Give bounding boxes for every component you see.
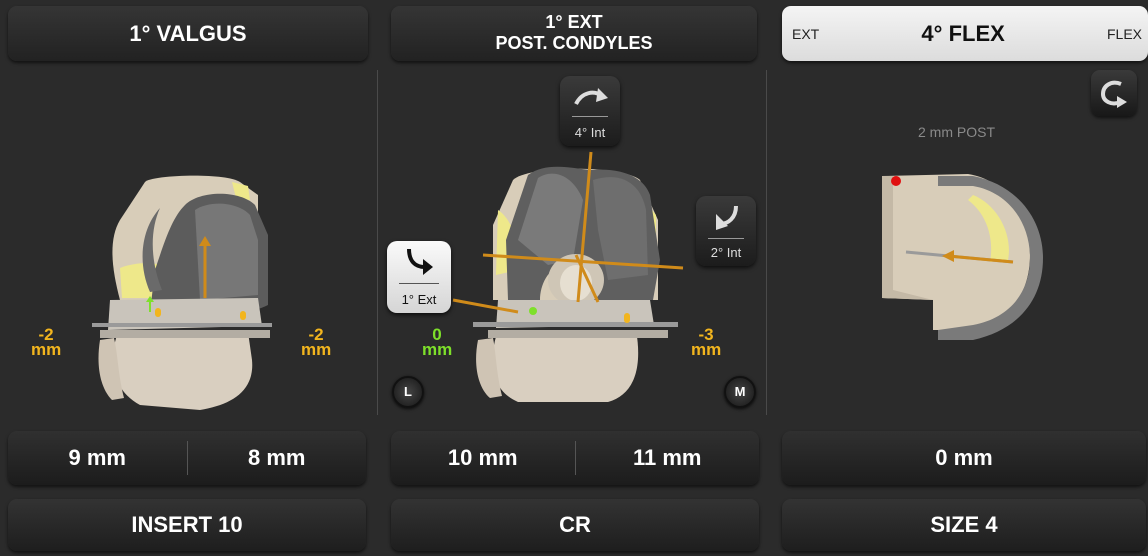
size-button[interactable]: SIZE 4 xyxy=(782,499,1146,551)
left-gap-medial-value: 8 mm xyxy=(248,445,306,470)
left-gap-lateral: -2 mm xyxy=(31,325,62,359)
rotation-right-button[interactable]: 2° Int xyxy=(696,196,756,266)
middle-gap-bar: 10 mm 11 mm xyxy=(391,431,759,485)
insert-button[interactable]: INSERT 10 xyxy=(8,499,366,551)
rotate-internal-icon xyxy=(716,205,738,230)
right-gap-value: 0 mm xyxy=(935,445,993,470)
separator xyxy=(399,283,439,284)
middle-gap-medial: -3 mm xyxy=(691,325,722,359)
axial-view-panel: 1° EXT POST. CONDYLES 4° Int 2° Int 1° E… xyxy=(378,0,768,556)
medial-button[interactable]: M xyxy=(724,376,756,408)
separator xyxy=(708,238,744,239)
left-gap-medial: -2 mm xyxy=(301,325,332,359)
sagittal-view-panel: EXT 4° FLEX FLEX 2 mm POST 0 mm SIZE 4 xyxy=(768,0,1148,556)
middle-gap-lateral: 0 mm xyxy=(422,325,453,359)
sagittal-knee-image xyxy=(882,174,1043,340)
middle-gap-lateral-value: 10 mm xyxy=(447,445,518,470)
left-gap-lateral-value: 9 mm xyxy=(68,445,126,470)
rotation-left-button[interactable]: 1° Ext xyxy=(387,241,451,313)
refresh-icon xyxy=(1100,80,1127,108)
lateral-button[interactable]: L xyxy=(392,376,424,408)
right-gap-bar: 0 mm xyxy=(782,431,1146,485)
coronal-view-panel: 1° VALGUS -2 mm -2 mm 9 mm 8 mm INSERT 10 xyxy=(0,0,378,556)
middle-gap-medial-value: 11 mm xyxy=(633,445,702,470)
left-gap-bar: 9 mm 8 mm xyxy=(8,431,366,485)
rotation-top-button[interactable]: 4° Int xyxy=(560,76,620,146)
refresh-button[interactable] xyxy=(1091,70,1137,116)
rotate-external-icon xyxy=(574,88,608,106)
rotate-external-icon xyxy=(407,248,433,275)
cr-button[interactable]: CR xyxy=(391,499,759,551)
separator xyxy=(572,116,608,117)
